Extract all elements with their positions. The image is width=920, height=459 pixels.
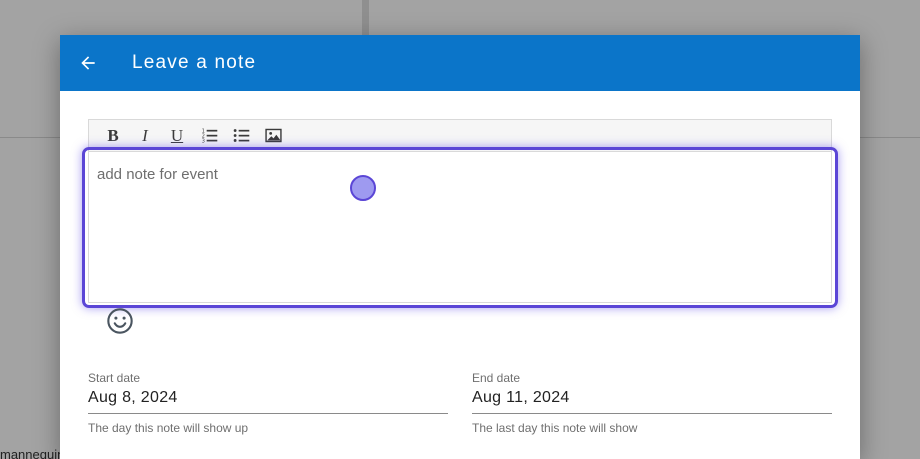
bullet-list-button[interactable]	[225, 124, 257, 148]
insert-image-button[interactable]	[257, 124, 289, 148]
background-line	[0, 137, 60, 138]
editor-placeholder: add note for event	[97, 166, 218, 183]
smiley-icon	[107, 308, 133, 334]
end-date-label: End date	[472, 371, 521, 385]
emoji-button[interactable]	[106, 307, 134, 335]
dialog-header: Leave a note	[60, 35, 860, 91]
back-button[interactable]	[60, 35, 116, 91]
background-line	[860, 137, 920, 138]
underline-button[interactable]: U	[161, 124, 193, 148]
start-date-label: Start date	[88, 371, 141, 385]
pointer-cursor-indicator	[350, 175, 376, 201]
bold-button[interactable]: B	[97, 124, 129, 148]
svg-text:3: 3	[201, 139, 204, 144]
image-icon	[264, 128, 282, 143]
start-date-input[interactable]: Aug 8, 2024	[88, 389, 448, 414]
note-editor[interactable]: add note for event	[88, 151, 832, 303]
bullet-list-icon	[233, 129, 249, 142]
ordered-list-icon: 1 2 3	[201, 129, 217, 144]
arrow-left-icon	[81, 56, 95, 70]
end-date-input[interactable]: Aug 11, 2024	[472, 389, 832, 414]
ordered-list-button[interactable]: 1 2 3	[193, 124, 225, 148]
background-text: mannequin	[0, 447, 65, 459]
end-date-field[interactable]: End date Aug 11, 2024 The last day this …	[472, 371, 832, 435]
italic-button[interactable]: I	[129, 124, 161, 148]
end-date-helper-text: The last day this note will show	[472, 421, 638, 435]
start-date-helper-text: The day this note will show up	[88, 421, 249, 435]
start-date-field[interactable]: Start date Aug 8, 2024 The day this note…	[88, 371, 448, 435]
leave-note-dialog: Leave a note B I U 1 2 3 add note for ev…	[60, 35, 860, 459]
dialog-title: Leave a note	[132, 52, 257, 73]
